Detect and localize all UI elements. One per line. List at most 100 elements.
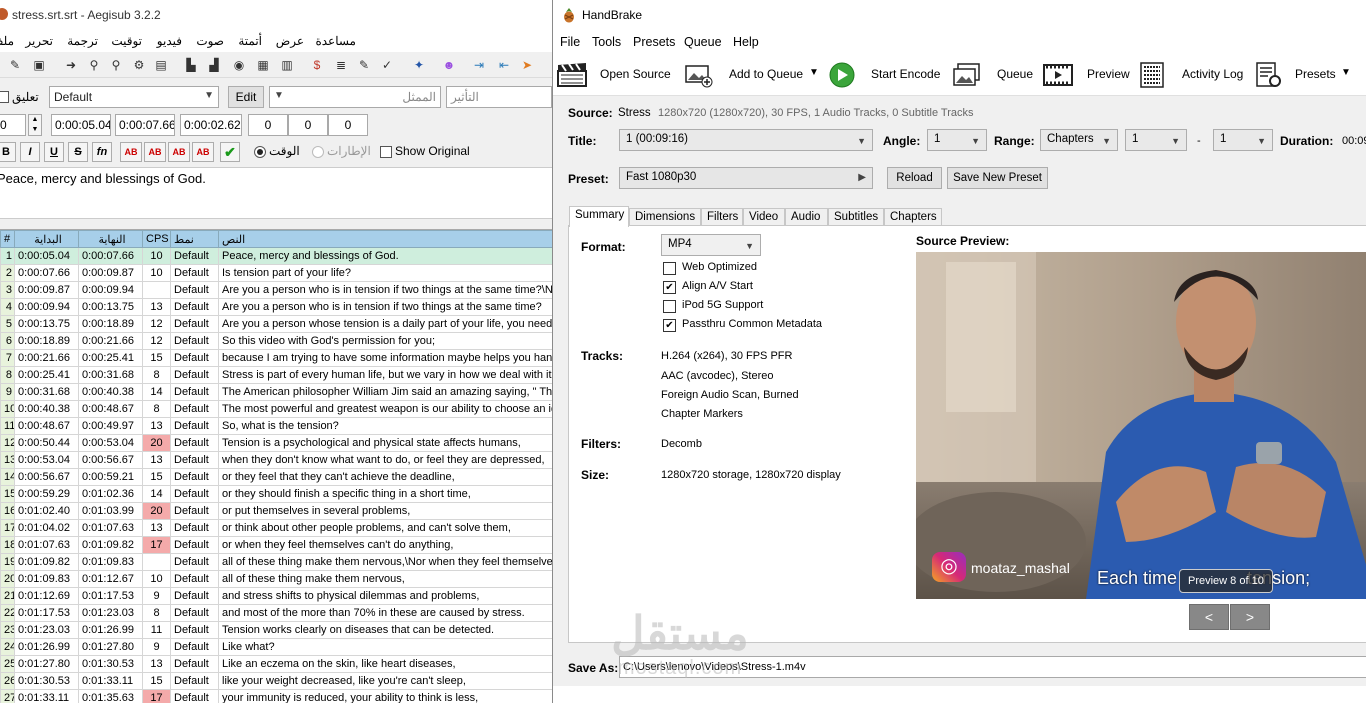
col-start[interactable]: البداية [14, 230, 79, 248]
sort-lines-icon[interactable]: ⇤ [495, 56, 513, 74]
layer-spin[interactable]: ▲ ▼ [28, 114, 42, 136]
open-file-icon[interactable]: ✎ [6, 56, 24, 74]
tab-audio[interactable]: Audio [785, 208, 828, 226]
col-text[interactable]: النص [218, 230, 552, 248]
primary-color-button[interactable]: AB [120, 142, 142, 162]
tab-filters[interactable]: Filters [701, 208, 743, 226]
effect-input[interactable]: التأثير [446, 86, 552, 108]
menu-audio[interactable]: صوت [196, 34, 224, 48]
menu-help[interactable]: مساعدة [315, 34, 356, 48]
menu-subtitle[interactable]: ترجمة [67, 34, 98, 48]
table-row[interactable]: 160:01:02.400:01:03.9920Defaultor put th… [0, 502, 552, 520]
preset-select[interactable]: Fast 1080p30 ▶ [619, 167, 873, 189]
actor-input[interactable]: الممثل ▼ [269, 86, 441, 108]
preview-button[interactable]: Preview [1087, 67, 1130, 81]
tab-subtitles[interactable]: Subtitles [828, 208, 884, 226]
title-select[interactable]: 1 (00:09:16) ▼ [619, 129, 873, 151]
snap-end-icon[interactable]: ▟ [205, 56, 223, 74]
activity-log-button[interactable]: Activity Log [1182, 67, 1243, 81]
table-row[interactable]: 1 0:00:05.04 0:00:07.66 10 Default Peace, mer… [0, 247, 552, 265]
font-button[interactable]: fn [92, 142, 112, 162]
outline-color-button[interactable]: AB [168, 142, 190, 162]
export-icon[interactable]: ➤ [518, 56, 536, 74]
col-number[interactable]: # [0, 230, 15, 248]
style-select[interactable]: Default ▼ [49, 86, 219, 108]
range-start-select[interactable]: 1 ▼ [1125, 129, 1187, 151]
styles-manager-icon[interactable]: ⚙ [130, 56, 148, 74]
end-time-field[interactable]: 0:00:07.66 [115, 114, 175, 136]
menu-automation[interactable]: أتمتة [238, 34, 262, 48]
align-av-start-checkbox[interactable]: ✔ [663, 281, 676, 294]
table-row[interactable]: 120:00:50.440:00:53.0420DefaultTension i… [0, 434, 552, 452]
start-encode-play-icon[interactable] [827, 62, 857, 88]
tab-video[interactable]: Video [743, 208, 785, 226]
table-row[interactable]: 100:00:40.380:00:48.678DefaultThe most p… [0, 400, 552, 418]
add-to-queue-icon[interactable] [684, 62, 714, 88]
zoom-in-icon[interactable]: ⚲ [85, 56, 103, 74]
menu-tools[interactable]: Tools [592, 35, 621, 49]
tab-summary[interactable]: Summary [569, 206, 629, 227]
commit-check-icon[interactable]: ✔ [220, 142, 240, 162]
add-to-queue-button[interactable]: Add to Queue [729, 67, 803, 81]
video-keyframes-icon[interactable]: ◉ [230, 56, 248, 74]
table-row[interactable]: 190:01:09.820:01:09.83 Defaultall of thes… [0, 553, 552, 571]
presets-dropdown-icon[interactable]: ▼ [1341, 67, 1351, 78]
time-radio[interactable] [254, 146, 266, 158]
queue-button[interactable]: Queue [997, 67, 1033, 81]
table-row[interactable]: 4 0:00:09.94 0:00:13.75 13 Default Are you a … [0, 298, 552, 316]
queue-icon[interactable] [952, 62, 982, 88]
spell-checker-icon[interactable]: ✓ [378, 56, 396, 74]
format-select[interactable]: MP4 ▼ [661, 234, 761, 256]
table-row[interactable]: 7 0:00:21.66 0:00:25.41 15 Default because I … [0, 349, 552, 367]
table-row[interactable]: 9 0:00:31.68 0:00:40.38 14 Default The Americ… [0, 383, 552, 401]
translation-assistant-icon[interactable]: ✎ [355, 56, 373, 74]
start-encode-button[interactable]: Start Encode [871, 67, 940, 81]
zoom-out-icon[interactable]: ⚲ [107, 56, 125, 74]
next-preview-button[interactable]: > [1230, 604, 1270, 630]
table-row[interactable]: 210:01:12.690:01:17.539Defaultand stress… [0, 587, 552, 605]
table-row[interactable]: 5 0:00:13.75 0:00:18.89 12 Default Are you a … [0, 315, 552, 333]
table-row[interactable]: 260:01:30.530:01:33.1115Defaultlike your… [0, 672, 552, 690]
start-time-field[interactable]: 0:00:05.04 [51, 114, 111, 136]
table-row[interactable]: 6 0:00:18.89 0:00:21.66 12 Default So this vi… [0, 332, 552, 350]
frames-radio[interactable] [312, 146, 324, 158]
properties-icon[interactable]: ▤ [152, 56, 170, 74]
subtitle-grid[interactable]: # البداية النهاية CPS نمط النص 1 0:00:05.… [0, 229, 552, 703]
passthru-metadata-checkbox[interactable]: ✔ [663, 319, 676, 332]
strikeout-button[interactable]: S [68, 142, 88, 162]
range-type-select[interactable]: Chapters ▼ [1040, 129, 1118, 151]
web-optimized-checkbox[interactable] [663, 262, 676, 275]
menu-presets[interactable]: Presets [633, 35, 675, 49]
underline-button[interactable]: U [44, 142, 64, 162]
mascot-icon[interactable]: ☻ [440, 56, 458, 74]
preview-icon[interactable] [1043, 62, 1073, 88]
table-row[interactable]: 130:00:53.040:00:56.6713Defaultwhen they… [0, 451, 552, 469]
show-original-checkbox[interactable] [380, 146, 392, 158]
shadow-color-button[interactable]: AB [192, 142, 214, 162]
table-row[interactable]: 220:01:17.530:01:23.038Defaultand most o… [0, 604, 552, 622]
clapperboard-icon[interactable] [557, 62, 587, 88]
timing-postprocessor-icon[interactable]: ▥ [278, 56, 296, 74]
table-row[interactable]: 150:00:59.290:01:02.3614Defaultor they s… [0, 485, 552, 503]
margin-left-field[interactable]: 0 [248, 114, 288, 136]
menu-queue[interactable]: Queue [684, 35, 722, 49]
tab-dimensions[interactable]: Dimensions [629, 208, 701, 226]
edit-style-button[interactable]: Edit [228, 86, 264, 108]
table-row[interactable]: 250:01:27.800:01:30.5313DefaultLike an e… [0, 655, 552, 673]
jump-icon[interactable]: ➜ [62, 56, 80, 74]
tab-chapters[interactable]: Chapters [884, 208, 942, 226]
table-row[interactable]: 140:00:56.670:00:59.2115Defaultor they f… [0, 468, 552, 486]
menu-file[interactable]: ملف [0, 34, 14, 48]
margin-right-field[interactable]: 0 [288, 114, 328, 136]
table-row[interactable]: 3 0:00:09.87 0:00:09.94 Default Are you a pe… [0, 281, 552, 299]
table-row[interactable]: 8 0:00:25.41 0:00:31.68 8 Default Stress is p… [0, 366, 552, 384]
subtitle-edit-box[interactable]: Peace, mercy and blessings of God. [0, 167, 552, 219]
col-end[interactable]: النهاية [78, 230, 143, 248]
select-lines-icon[interactable]: ⇥ [470, 56, 488, 74]
italic-button[interactable]: I [20, 142, 40, 162]
range-end-select[interactable]: 1 ▼ [1213, 129, 1273, 151]
col-style[interactable]: نمط [170, 230, 219, 248]
save-new-preset-button[interactable]: Save New Preset [947, 167, 1048, 189]
shift-times-icon[interactable]: ▦ [254, 56, 272, 74]
kanji-timer-icon[interactable]: $ [308, 56, 326, 74]
